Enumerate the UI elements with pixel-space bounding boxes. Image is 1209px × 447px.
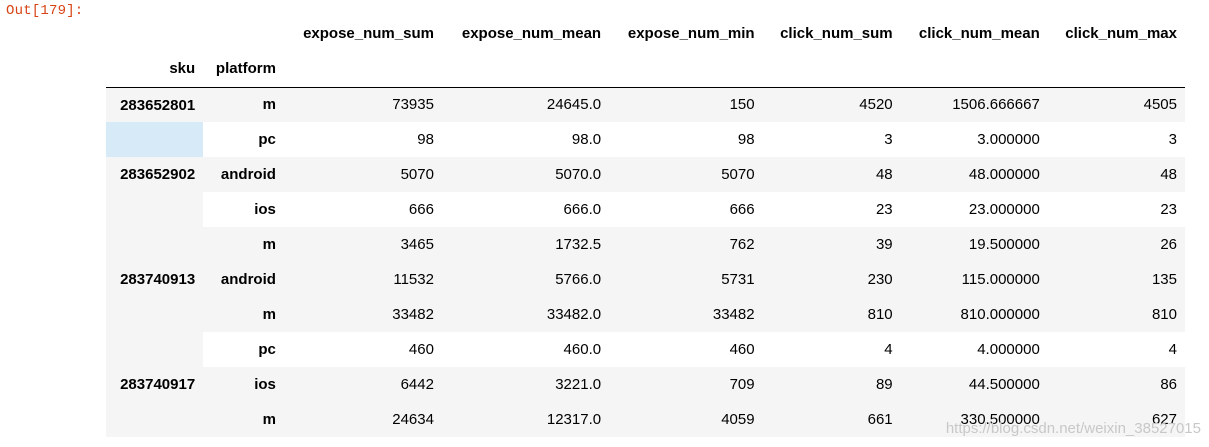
- data-cell: 33482.0: [441, 297, 610, 332]
- column-header-row: expose_num_sum expose_num_mean expose_nu…: [106, 16, 1185, 51]
- sku-index-cell: 283740913: [106, 262, 204, 367]
- data-cell: 11532: [283, 262, 442, 297]
- data-cell: 5766.0: [441, 262, 610, 297]
- data-cell: 4: [1047, 332, 1185, 367]
- data-cell: 666: [609, 192, 763, 227]
- data-cell: 115.000000: [900, 262, 1048, 297]
- data-cell: 23: [1047, 192, 1185, 227]
- data-cell: 23.000000: [900, 192, 1048, 227]
- platform-index-cell: ios: [203, 192, 284, 227]
- data-cell: 3.000000: [900, 122, 1048, 157]
- platform-index-cell: android: [203, 157, 284, 192]
- data-cell: 135: [1047, 262, 1185, 297]
- data-cell: 661: [762, 402, 901, 437]
- index-name-sku: sku: [169, 60, 196, 78]
- column-header: click_num_mean: [918, 25, 1040, 42]
- data-cell: 44.500000: [900, 367, 1048, 402]
- data-cell: 19.500000: [900, 227, 1048, 262]
- data-cell: 4520: [762, 87, 901, 122]
- data-cell: 460: [609, 332, 763, 367]
- data-cell: 810: [762, 297, 901, 332]
- table-row: m 3465 1732.5 762 39 19.500000 26: [106, 227, 1185, 262]
- data-cell: 26: [1047, 227, 1185, 262]
- column-header: expose_num_mean: [461, 25, 602, 42]
- column-header: click_num_sum: [780, 25, 893, 42]
- data-cell: 666.0: [441, 192, 610, 227]
- data-cell: 810: [1047, 297, 1185, 332]
- data-cell: 1506.666667: [900, 87, 1048, 122]
- index-name-platform: platform: [215, 60, 276, 78]
- data-cell: 762: [609, 227, 763, 262]
- sku-index-cell: 283652902: [106, 157, 204, 262]
- data-cell: 24645.0: [441, 87, 610, 122]
- column-header: expose_num_sum: [303, 25, 434, 42]
- data-cell: 12317.0: [441, 402, 610, 437]
- column-header: click_num_max: [1065, 25, 1177, 42]
- platform-index-cell: pc: [203, 332, 284, 367]
- data-cell: 3221.0: [441, 367, 610, 402]
- data-cell: 33482: [283, 297, 442, 332]
- data-cell: 5070: [283, 157, 442, 192]
- data-cell: 39: [762, 227, 901, 262]
- data-cell: 48.000000: [900, 157, 1048, 192]
- platform-index-cell: android: [203, 262, 284, 297]
- data-cell: 709: [609, 367, 763, 402]
- data-cell: 460: [283, 332, 442, 367]
- platform-index-cell: pc: [203, 122, 284, 157]
- data-cell: 24634: [283, 402, 442, 437]
- data-cell: 48: [1047, 157, 1185, 192]
- data-cell: 6442: [283, 367, 442, 402]
- platform-index-cell: ios: [203, 367, 284, 402]
- table-row: 283652801 m 73935 24645.0 150 4520 1506.…: [106, 87, 1185, 122]
- data-cell: 48: [762, 157, 901, 192]
- data-cell: 98: [283, 122, 442, 157]
- data-cell: 73935: [283, 87, 442, 122]
- platform-index-cell: m: [203, 227, 284, 262]
- data-cell: 810.000000: [900, 297, 1048, 332]
- dataframe-table: expose_num_sum expose_num_mean expose_nu…: [106, 16, 1185, 437]
- watermark: https://blog.csdn.net/weixin_38527015: [945, 420, 1201, 437]
- corner-cell: [203, 16, 284, 51]
- data-cell: 230: [762, 262, 901, 297]
- table-row: 283652902 android 5070 5070.0 5070 48 48…: [106, 157, 1185, 262]
- data-cell: 98: [609, 122, 763, 157]
- data-cell: 666: [283, 192, 442, 227]
- data-cell: 23: [762, 192, 901, 227]
- table-row: 283740917 ios 6442 3221.0 709 89 44.5000…: [106, 367, 1185, 437]
- data-cell: 3: [1047, 122, 1185, 157]
- data-cell: 3465: [283, 227, 442, 262]
- corner-cell: [106, 16, 203, 51]
- table-row: m 33482 33482.0 33482 810 810.000000 810: [106, 297, 1185, 332]
- table-row: 283740913 android 11532 5766.0 5731 230 …: [106, 262, 1185, 367]
- data-cell: 460.0: [441, 332, 610, 367]
- data-cell: 33482: [609, 297, 763, 332]
- data-cell: 5070.0: [441, 157, 610, 192]
- table-row: pc 460 460.0 460 4 4.000000 4: [106, 332, 1185, 367]
- platform-index-cell: m: [203, 297, 284, 332]
- table-row: ios 666 666.0 666 23 23.000000 23: [106, 192, 1185, 227]
- sku-index-cell: 283652801: [106, 87, 204, 122]
- data-cell: 86: [1047, 367, 1185, 402]
- data-cell: 4505: [1047, 87, 1185, 122]
- data-cell: 150: [609, 87, 763, 122]
- data-cell: 98.0: [441, 122, 610, 157]
- platform-index-cell: m: [203, 87, 284, 122]
- sku-index-cell: 283740917: [106, 367, 204, 437]
- data-cell: 4: [762, 332, 901, 367]
- data-cell: 4.000000: [900, 332, 1048, 367]
- data-cell: 4059: [609, 402, 763, 437]
- column-header: expose_num_min: [627, 25, 755, 42]
- data-cell: 5070: [609, 157, 763, 192]
- data-cell: 5731: [609, 262, 763, 297]
- data-cell: 1732.5: [441, 227, 610, 262]
- index-name-row: sku platform: [106, 51, 1185, 87]
- data-cell: 89: [762, 367, 901, 402]
- data-cell: 3: [762, 122, 901, 157]
- table-row: pc 98 98.0 98 3 3.000000 3: [106, 122, 1185, 157]
- sku-index-cell-selected[interactable]: [106, 122, 204, 157]
- output-prompt: Out[179]:: [6, 3, 84, 19]
- platform-index-cell: m: [203, 402, 284, 437]
